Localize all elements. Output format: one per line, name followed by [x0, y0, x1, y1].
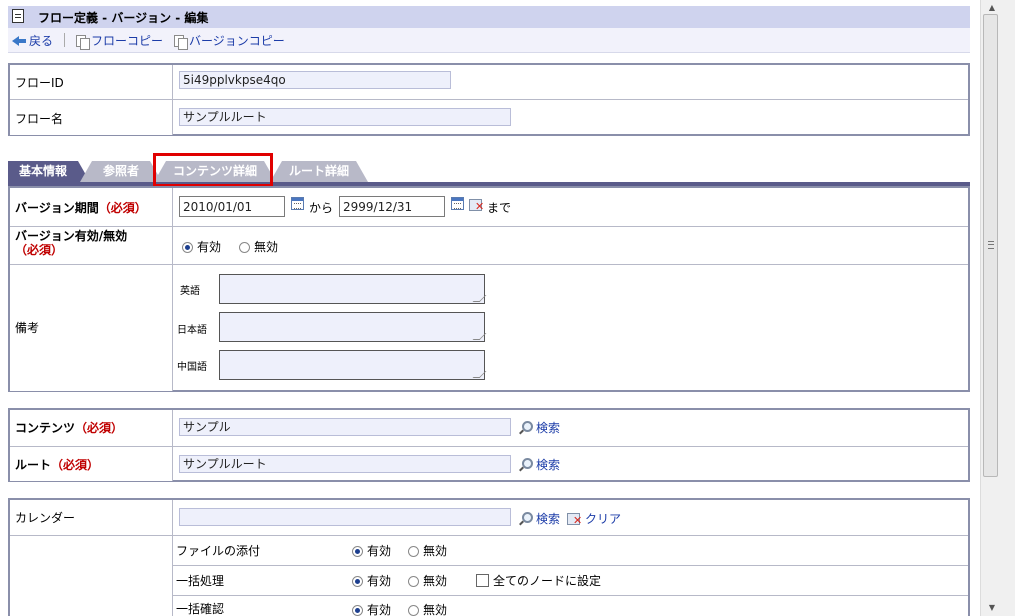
calendar-icon[interactable] — [451, 197, 464, 210]
required-mark: （必須） — [75, 421, 124, 435]
clear-icon — [567, 512, 582, 527]
calendar-search-link[interactable]: 検索 — [518, 510, 560, 527]
confirm-disabled-option[interactable]: 無効 — [408, 601, 447, 616]
remarks-label: 備考 — [15, 321, 40, 335]
radio-icon[interactable] — [239, 242, 250, 253]
scrollbar-thumb[interactable] — [983, 14, 998, 477]
required-mark: （必須） — [98, 201, 147, 215]
calendar-field — [179, 508, 511, 526]
tab-basic-info[interactable]: 基本情報 — [8, 161, 90, 182]
remarks-chinese-textarea[interactable] — [219, 350, 485, 380]
radio-icon[interactable] — [408, 576, 419, 587]
required-mark: （必須） — [15, 243, 64, 257]
calendar-row: カレンダー 検索 クリア — [10, 500, 968, 535]
attachment-enabled-option[interactable]: 有効 — [352, 542, 391, 559]
search-icon — [518, 421, 533, 435]
remarks-english-textarea[interactable] — [219, 274, 485, 304]
version-table: バージョン期間（必須） 2010/01/01 から 2999/12/31 まで … — [8, 186, 970, 392]
page-title: フロー定義 - バージョン - 編集 — [38, 11, 209, 25]
copy-icon — [76, 35, 90, 50]
version-period-label: バージョン期間 — [15, 201, 99, 215]
route-search-link[interactable]: 検索 — [518, 456, 560, 473]
tab-references[interactable]: 参照者 — [80, 161, 162, 182]
setting-label: 一括処理 — [176, 574, 225, 588]
calendar-label: カレンダー — [15, 511, 76, 525]
setting-row-batch: 一括処理 有効 無効 全てのノードに設定 — [173, 566, 968, 596]
radio-selected-icon[interactable] — [352, 576, 363, 587]
back-arrow-icon — [12, 35, 26, 47]
route-label: ルート — [15, 458, 52, 472]
flow-name-field: サンプルルート — [179, 108, 511, 126]
flow-id-label: フローID — [15, 76, 64, 90]
tab-route-details[interactable]: ルート詳細 — [270, 161, 368, 182]
clear-date-icon[interactable] — [469, 198, 484, 213]
japanese-label: 日本語 — [177, 325, 207, 336]
content-label: コンテンツ — [15, 421, 76, 435]
page: フロー定義 - バージョン - 編集 戻る フローコピー バージョンコピー フロ… — [0, 0, 980, 616]
version-period-row: バージョン期間（必須） 2010/01/01 から 2999/12/31 まで — [10, 188, 968, 226]
grip-icon — [988, 241, 994, 249]
calendar-icon[interactable] — [291, 197, 304, 210]
content-row: コンテンツ（必須） サンプル 検索 — [10, 410, 968, 446]
route-field: サンプルルート — [179, 455, 511, 473]
title-bar: フロー定義 - バージョン - 編集 — [8, 6, 970, 28]
chinese-label: 中国語 — [177, 362, 207, 373]
toolbar: 戻る フローコピー バージョンコピー — [8, 28, 970, 53]
content-table: コンテンツ（必須） サンプル 検索 ルート（必須） サンプルルート 検索 — [8, 408, 970, 482]
attachment-disabled-option[interactable]: 無効 — [408, 542, 447, 559]
back-link[interactable]: 戻る — [12, 32, 53, 49]
setting-label: 一括確認 — [176, 602, 225, 616]
toolbar-separator — [64, 33, 65, 47]
batch-enabled-option[interactable]: 有効 — [352, 572, 391, 589]
search-icon — [518, 512, 533, 526]
setting-label: ファイルの添付 — [176, 544, 261, 558]
content-search-link[interactable]: 検索 — [518, 419, 560, 436]
required-mark: （必須） — [51, 458, 100, 472]
highlight-box — [153, 153, 273, 187]
checkbox-icon[interactable] — [476, 574, 489, 587]
setting-row-batch-confirm: 一括確認 有効 無効 — [173, 596, 968, 616]
calendar-table: カレンダー 検索 クリア ファイルの添付 有効 無効 一括処理 有効 無効 全て… — [8, 498, 970, 616]
version-enable-label: バージョン有効/無効 — [15, 229, 128, 243]
scroll-down-arrow-icon[interactable]: ▼ — [984, 600, 1000, 616]
version-enable-row: バージョン有効/無効 （必須） 有効 無効 — [10, 226, 968, 265]
radio-selected-icon[interactable] — [352, 605, 363, 616]
radio-selected-icon[interactable] — [352, 546, 363, 557]
radio-icon[interactable] — [408, 546, 419, 557]
route-row: ルート（必須） サンプルルート 検索 — [10, 446, 968, 481]
remarks-row: 備考 英語 日本語 中国語 — [10, 264, 968, 391]
flow-copy-link[interactable]: フローコピー — [76, 32, 163, 50]
apply-all-nodes-checkbox[interactable]: 全てのノードに設定 — [476, 572, 601, 589]
batch-disabled-option[interactable]: 無効 — [408, 572, 447, 589]
search-icon — [518, 458, 533, 472]
content-field: サンプル — [179, 418, 511, 436]
vertical-scrollbar[interactable]: ▲ ▼ — [980, 0, 1015, 616]
radio-selected-icon[interactable] — [182, 242, 193, 253]
flow-id-row: フローID 5i49pplvkpse4qo — [10, 65, 968, 99]
english-label: 英語 — [180, 286, 200, 297]
flow-id-field: 5i49pplvkpse4qo — [179, 71, 451, 89]
radio-icon[interactable] — [408, 605, 419, 616]
flow-name-label: フロー名 — [15, 112, 64, 126]
enabled-option[interactable]: 有効 — [182, 238, 221, 255]
from-text: から — [309, 201, 334, 215]
calendar-clear-link[interactable]: クリア — [567, 510, 621, 527]
document-icon — [12, 9, 24, 23]
version-copy-link[interactable]: バージョンコピー — [174, 32, 285, 50]
copy-icon — [174, 35, 188, 50]
setting-row-attachment: ファイルの添付 有効 無効 — [173, 536, 968, 566]
confirm-enabled-option[interactable]: 有効 — [352, 601, 391, 616]
disabled-option[interactable]: 無効 — [239, 238, 278, 255]
to-date-input[interactable]: 2999/12/31 — [339, 196, 445, 217]
settings-block: ファイルの添付 有効 無効 一括処理 有効 無効 全てのノードに設定 一括確認 … — [10, 535, 968, 616]
from-date-input[interactable]: 2010/01/01 — [179, 196, 285, 217]
remarks-japanese-textarea[interactable] — [219, 312, 485, 342]
until-text: まで — [487, 201, 512, 215]
flow-info-table: フローID 5i49pplvkpse4qo フロー名 サンプルルート — [8, 63, 970, 136]
flow-name-row: フロー名 サンプルルート — [10, 99, 968, 135]
